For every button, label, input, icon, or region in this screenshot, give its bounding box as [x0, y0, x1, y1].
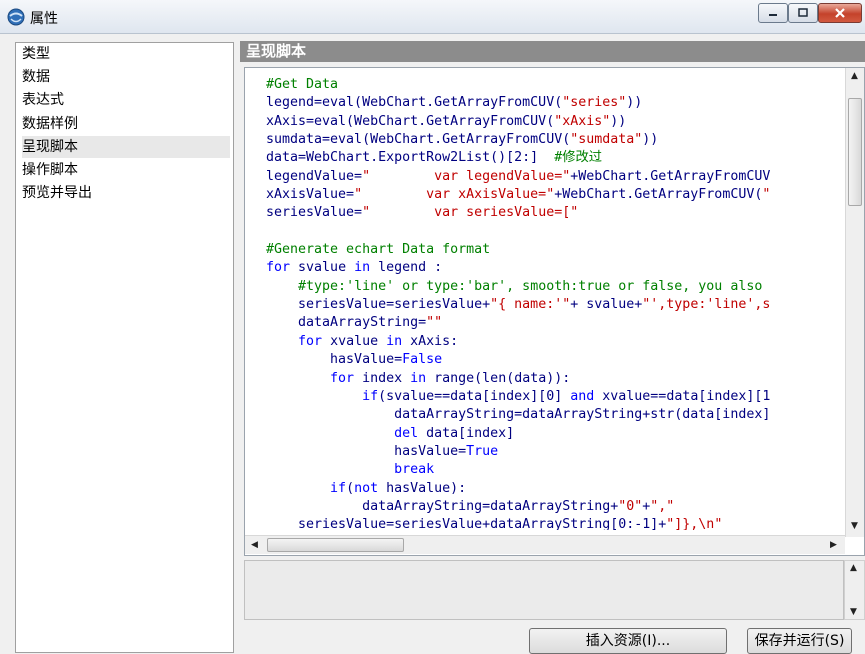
- sidebar-item[interactable]: 表达式: [22, 89, 230, 111]
- sidebar-item[interactable]: 数据样例: [22, 113, 230, 135]
- code-line: del data[index]: [394, 425, 515, 441]
- code-line: if(svalue==data[index][0] and xvalue==da…: [362, 388, 771, 404]
- maximize-icon: [798, 8, 808, 17]
- script-editor[interactable]: #Get Data legend=eval(WebChart.GetArrayFr…: [244, 67, 865, 556]
- code-line: xAxis=eval(WebChart.GetArrayFromCUV("xAx…: [266, 113, 627, 129]
- output-scroll-up-icon[interactable]: ▲: [850, 563, 857, 573]
- insert-resource-button[interactable]: 插入资源(I)...: [529, 628, 727, 654]
- code-line: for index in range(len(data)):: [330, 370, 571, 386]
- minimize-button[interactable]: [758, 3, 788, 23]
- scroll-down-icon[interactable]: ▼: [851, 521, 858, 531]
- code-line: seriesValue=" var seriesValue=[": [266, 205, 579, 221]
- scroll-left-icon[interactable]: ◀: [251, 540, 258, 550]
- scroll-right-icon[interactable]: ▶: [830, 540, 837, 550]
- code-text[interactable]: #Get Data legend=eval(WebChart.GetArrayFr…: [266, 76, 844, 530]
- output-scroll-down-icon[interactable]: ▼: [850, 607, 857, 617]
- vertical-scrollbar[interactable]: ▲ ▼: [845, 68, 864, 537]
- code-line: break: [394, 462, 435, 478]
- code-line: #Get Data: [266, 77, 339, 92]
- sidebar-item[interactable]: 类型: [22, 43, 230, 65]
- output-scrollbar[interactable]: ▲ ▼: [844, 560, 865, 620]
- code-line: hasValue=False: [266, 352, 443, 368]
- code-line: #Generate echart Data format: [266, 242, 491, 258]
- title-bar: 属性: [0, 0, 865, 34]
- sidebar-item[interactable]: 呈现脚本: [22, 135, 230, 158]
- code-line: legend=eval(WebChart.GetArrayFromCUV("se…: [266, 95, 643, 111]
- sidebar-item[interactable]: 预览并导出: [22, 182, 230, 204]
- close-icon: [835, 8, 845, 18]
- code-line: seriesValue=seriesValue+"{ name:'"+ sval…: [266, 297, 771, 313]
- code-line: xAxisValue=" var xAxisValue="+WebChart.G…: [266, 187, 771, 203]
- code-line: dataArrayString="": [266, 315, 443, 331]
- sidebar: 类型 数据 表达式 数据样例 呈现脚本 操作脚本 预览并导出: [15, 42, 234, 653]
- panel-title: 呈现脚本: [246, 42, 307, 60]
- vertical-scroll-thumb[interactable]: [848, 98, 862, 206]
- code-line: sumdata=eval(WebChart.GetArrayFromCUV("s…: [266, 132, 659, 148]
- minimize-icon: [769, 14, 777, 16]
- horizontal-scroll-thumb[interactable]: [267, 538, 404, 552]
- output-area[interactable]: [244, 560, 844, 620]
- code-line: dataArrayString=dataArrayString+str(data…: [266, 407, 771, 423]
- panel-header: 呈现脚本: [240, 41, 865, 62]
- code-line: if(not hasValue):: [330, 480, 467, 496]
- code-line: data=WebChart.ExportRow2List()[2:] #修改过: [266, 150, 603, 166]
- scroll-up-icon[interactable]: ▲: [851, 71, 858, 81]
- code-line: for svalue in legend :: [266, 260, 443, 276]
- code-line: for xvalue in xAxis:: [298, 333, 459, 349]
- code-line: dataArrayString=dataArrayString+"0"+",": [266, 498, 675, 514]
- close-button[interactable]: [818, 3, 862, 23]
- sidebar-item[interactable]: 数据: [22, 66, 230, 88]
- maximize-button[interactable]: [788, 3, 818, 23]
- code-line: #type:'line' or type:'bar', smooth:true …: [298, 278, 763, 294]
- code-line: seriesValue=seriesValue+dataArrayString[…: [266, 517, 723, 530]
- sidebar-item[interactable]: 操作脚本: [22, 159, 230, 181]
- save-and-run-button[interactable]: 保存并运行(S): [747, 628, 852, 654]
- horizontal-scrollbar[interactable]: ◀ ▶: [245, 535, 845, 554]
- code-line: hasValue=True: [266, 443, 499, 459]
- app-globe-icon: [7, 8, 25, 26]
- code-line: legendValue=" var legendValue="+WebChart…: [266, 168, 771, 184]
- window-title: 属性: [30, 11, 58, 27]
